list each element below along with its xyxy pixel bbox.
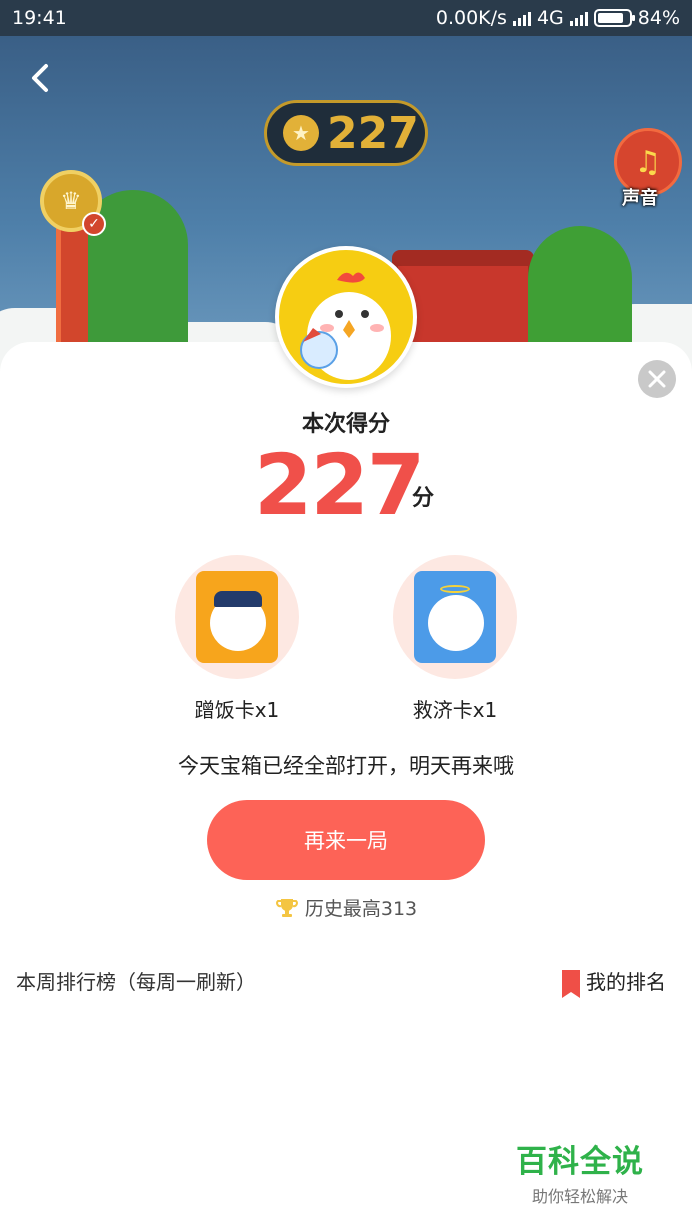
reward-card-relief[interactable] bbox=[393, 555, 517, 679]
status-indicators: 0.00K/s 4G 84% bbox=[436, 7, 680, 29]
reward-label-relief: 救济卡x1 bbox=[412, 698, 498, 722]
status-bar: 19:41 0.00K/s 4G 84% bbox=[0, 0, 692, 36]
watermark-sub: 助你轻松解决 bbox=[531, 1187, 628, 1206]
network-type: 4G bbox=[536, 7, 564, 29]
best-score-text: 历史最高313 bbox=[304, 898, 418, 920]
chevron-left-icon bbox=[32, 64, 48, 92]
bookmark-icon bbox=[562, 969, 580, 998]
treasure-notice: 今天宝箱已经全部打开，明天再来哦 bbox=[178, 754, 514, 778]
close-icon bbox=[648, 370, 666, 388]
sound-label: 声音 bbox=[622, 188, 658, 209]
chicken-avatar bbox=[275, 246, 417, 388]
star-coin-icon: ★ bbox=[283, 115, 319, 151]
score-label: 本次得分 bbox=[301, 412, 390, 437]
chicken-icon bbox=[300, 272, 391, 380]
watermark-main: 百科全说 bbox=[516, 1144, 644, 1180]
network-speed: 0.00K/s bbox=[435, 7, 507, 29]
battery-percent: 84% bbox=[637, 7, 680, 29]
angel-chick-card-icon bbox=[414, 571, 496, 663]
signal-icon bbox=[512, 10, 531, 26]
trophy-icon bbox=[275, 898, 298, 917]
reward-card-meal[interactable] bbox=[175, 555, 299, 679]
best-score: 历史最高313 bbox=[0, 894, 692, 921]
score-unit: 分 bbox=[412, 486, 435, 511]
close-button[interactable] bbox=[638, 360, 676, 398]
check-icon: ✓ bbox=[82, 212, 106, 236]
my-rank-label: 我的排名 bbox=[586, 970, 666, 994]
coin-count: 227 bbox=[327, 107, 419, 159]
watermark: 百科全说 助你轻松解决 bbox=[516, 1136, 644, 1207]
police-chick-card-icon bbox=[196, 571, 278, 663]
my-rank-button[interactable]: 我的排名 bbox=[562, 966, 666, 998]
status-time: 19:41 bbox=[12, 7, 67, 29]
score-value: 227 bbox=[254, 436, 425, 534]
play-again-button[interactable]: 再来一局 bbox=[207, 800, 485, 880]
music-note-icon: ♫ bbox=[634, 144, 662, 180]
back-button[interactable] bbox=[22, 58, 62, 98]
reward-label-meal: 蹭饭卡x1 bbox=[194, 698, 280, 722]
weekly-leaderboard-title: 本周排行榜（每周一刷新） bbox=[16, 970, 256, 994]
battery-icon bbox=[593, 9, 635, 27]
coin-counter: ★ 227 bbox=[264, 100, 428, 166]
signal-icon bbox=[569, 10, 588, 26]
